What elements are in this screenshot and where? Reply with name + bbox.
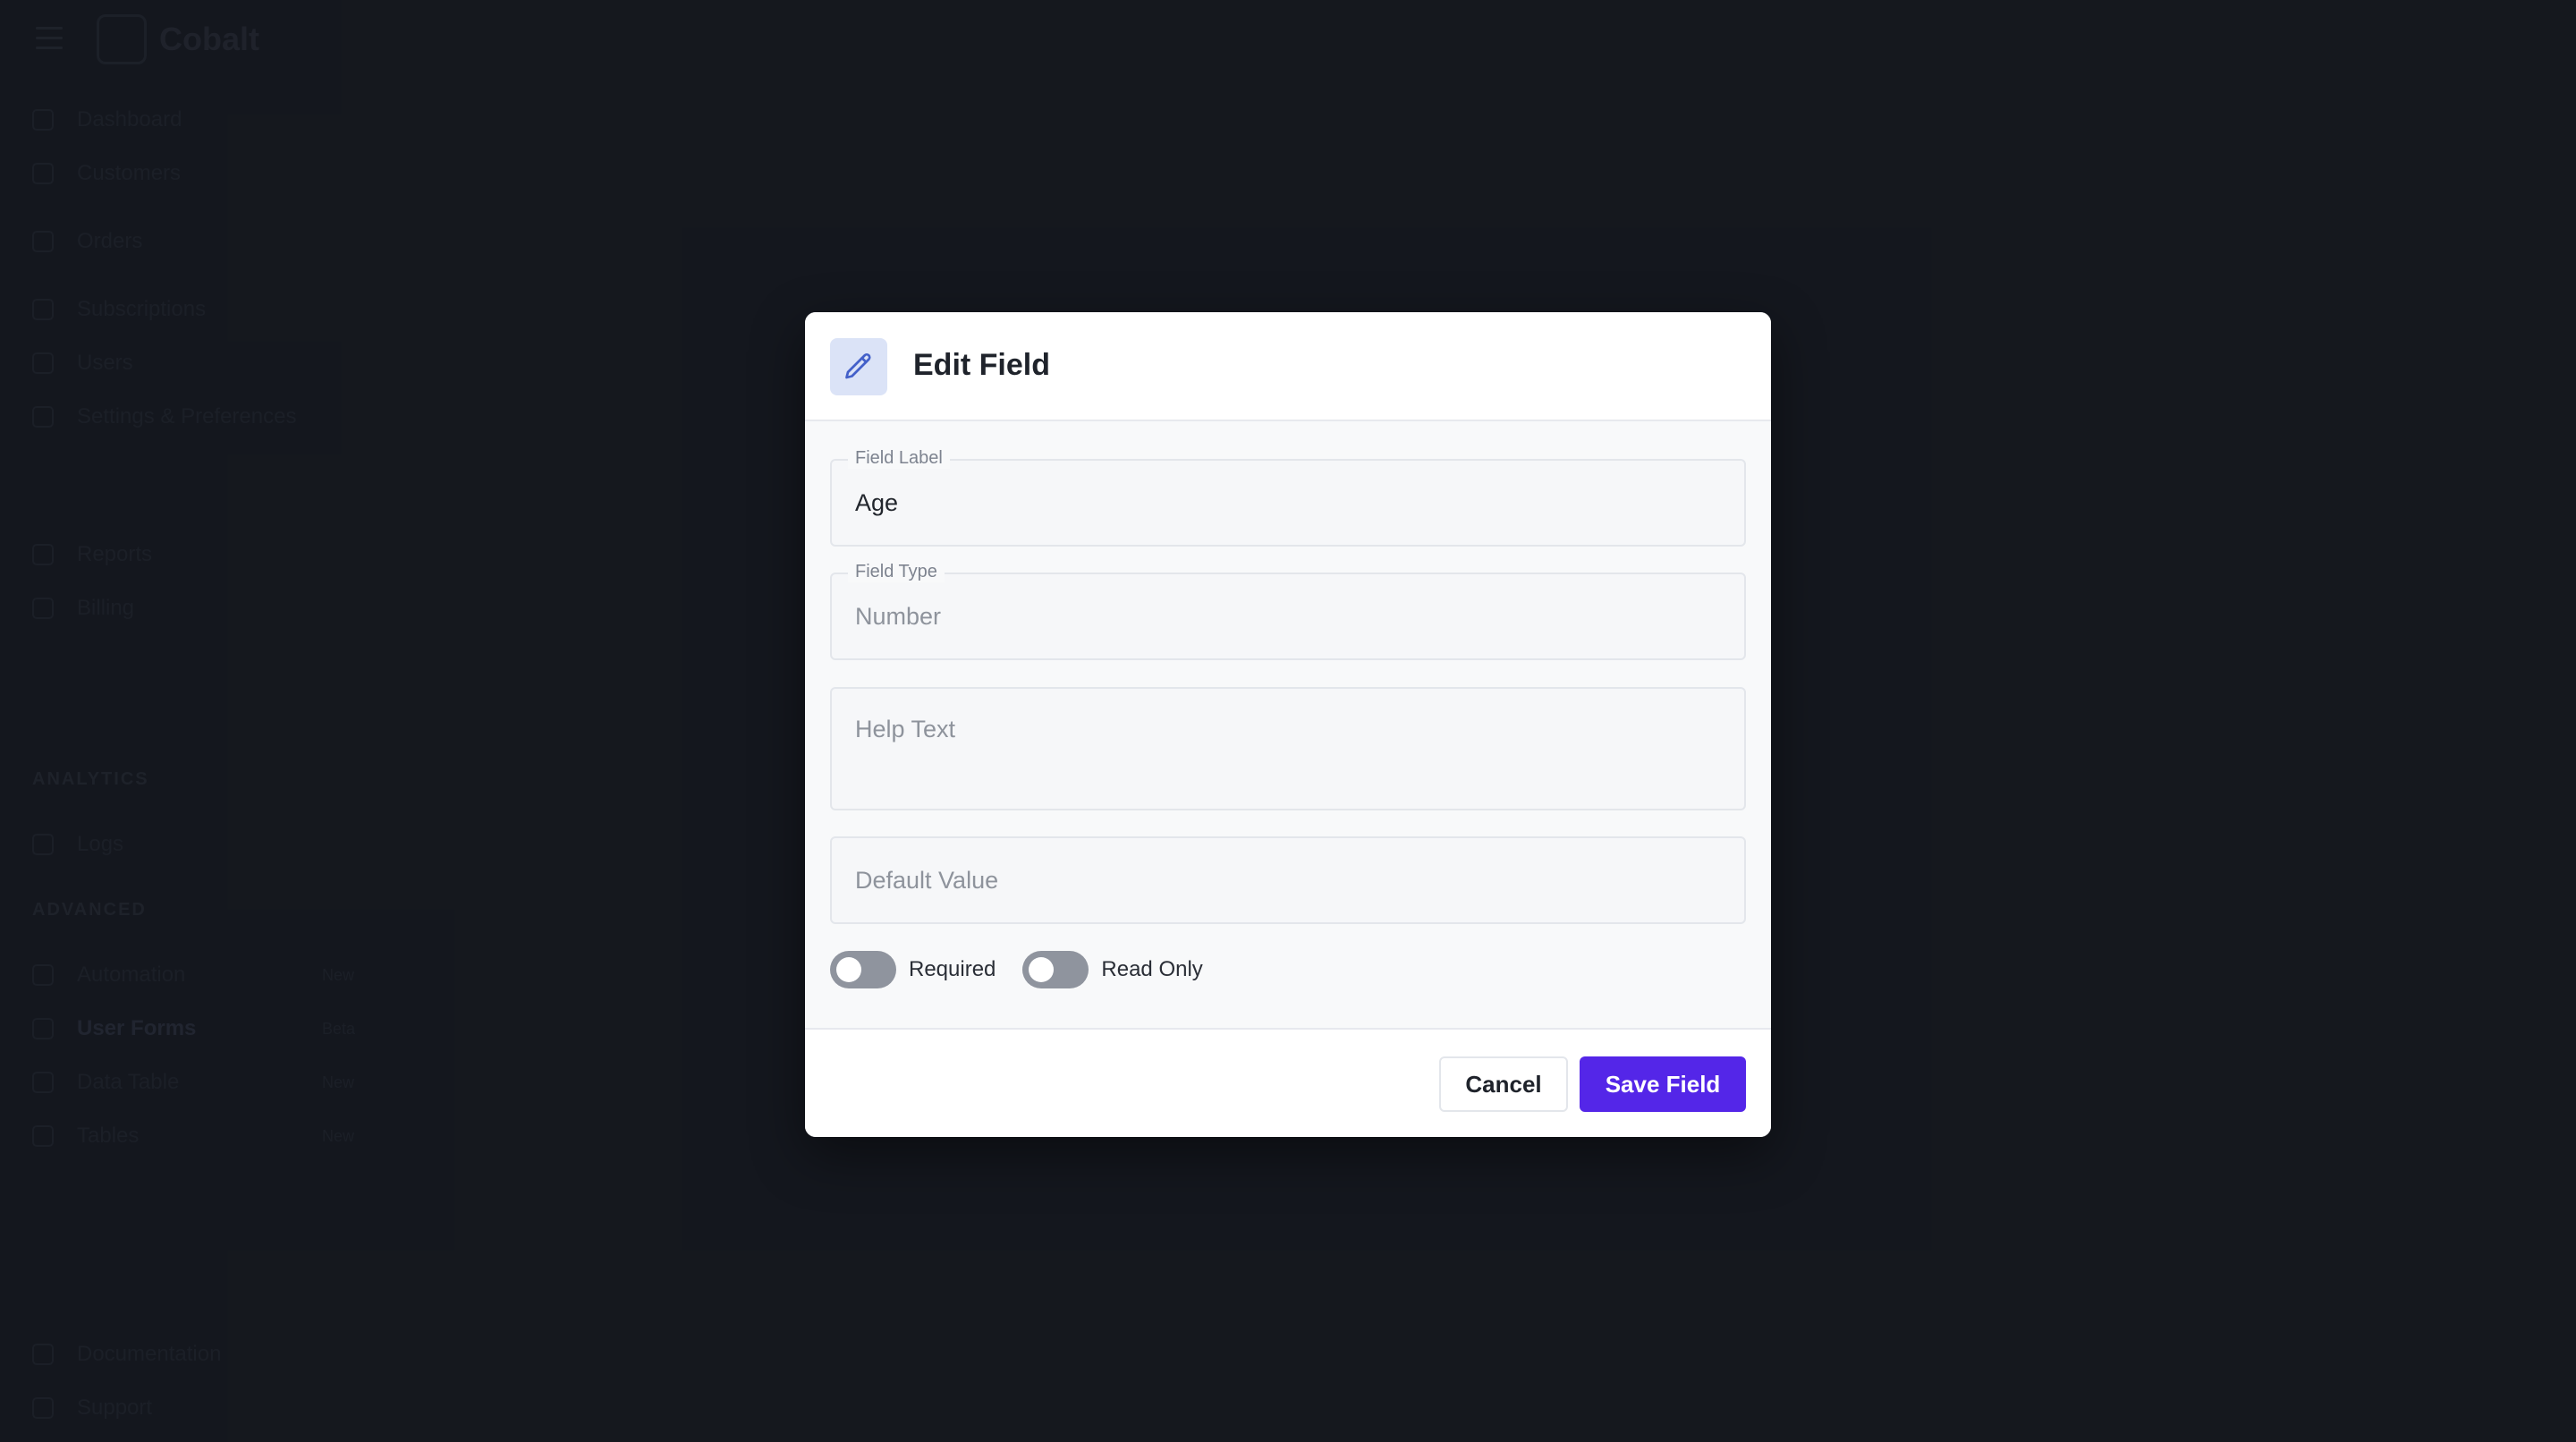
save-field-button[interactable]: Save Field xyxy=(1580,1056,1746,1112)
edit-field-dialog: Edit Field Field Label Age Field Type Nu… xyxy=(805,312,1771,1137)
help-text-placeholder: Help Text xyxy=(855,716,956,742)
default-value-placeholder: Default Value xyxy=(855,867,999,894)
field-label-input[interactable]: Field Label Age xyxy=(830,448,1746,547)
default-value-input[interactable]: Default Value xyxy=(830,836,1746,924)
field-label-value: Age xyxy=(855,489,899,516)
toggle-knob xyxy=(836,957,861,982)
required-label: Required xyxy=(909,957,996,981)
dialog-header: Edit Field xyxy=(805,312,1771,421)
help-text-textarea[interactable]: Help Text xyxy=(830,687,1746,810)
field-type-legend: Field Type xyxy=(848,562,945,582)
field-type-input[interactable]: Field Type Number xyxy=(830,562,1746,660)
pencil-icon xyxy=(830,338,887,395)
toggle-knob xyxy=(1029,957,1055,982)
dialog-footer: Cancel Save Field xyxy=(805,1028,1771,1137)
cancel-button[interactable]: Cancel xyxy=(1439,1056,1568,1112)
dialog-title: Edit Field xyxy=(913,348,1050,382)
required-toggle[interactable] xyxy=(830,951,896,988)
toggle-row: Required Read Only xyxy=(830,950,1230,989)
field-label-legend: Field Label xyxy=(848,448,950,469)
field-type-value: Number xyxy=(855,603,942,630)
read-only-toggle[interactable] xyxy=(1022,951,1089,988)
read-only-label: Read Only xyxy=(1101,957,1203,981)
